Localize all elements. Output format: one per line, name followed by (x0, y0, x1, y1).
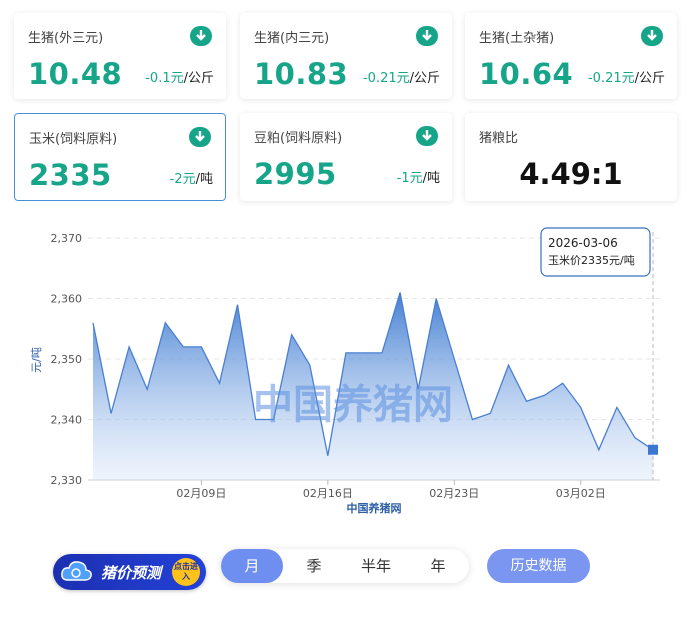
tab-month[interactable]: 月 (221, 549, 283, 583)
card-value: 10.64 (479, 57, 574, 91)
card-change: -0.21元 (362, 71, 410, 86)
x-axis-label: 中国养猪网 (347, 501, 402, 515)
card-change: -2元 (169, 172, 196, 187)
enter-badge: 点击进入 (172, 558, 200, 586)
x-tick-label: 03月02日 (556, 487, 606, 500)
card-change: -1元 (396, 171, 423, 186)
card-label: 豆粕(饲料原料) (254, 131, 343, 146)
y-tick-label: 2,350 (51, 353, 83, 366)
download-arrow-icon[interactable] (641, 26, 663, 46)
y-axis-label: 元/吨 (30, 347, 43, 373)
card-unit: /吨 (422, 171, 440, 186)
tooltip-date: 2026-03-06 (548, 236, 618, 250)
y-tick-label: 2,340 (51, 414, 83, 427)
card-unit: /公斤 (634, 71, 665, 86)
tooltip-text: 玉米价2335元/吨 (548, 254, 635, 267)
card-soymeal[interactable]: 豆粕(饲料原料) 2995 -1元/吨 (240, 113, 452, 201)
card-pig-inner[interactable]: 生猪(内三元) 10.83 -0.21元/公斤 (240, 13, 452, 99)
y-tick-label: 2,330 (51, 474, 83, 487)
card-label: 生猪(内三元) (254, 31, 330, 46)
card-label: 猪粮比 (479, 131, 519, 146)
tab-half-year[interactable]: 半年 (345, 549, 407, 583)
card-label: 玉米(饲料原料) (29, 132, 118, 147)
download-arrow-icon[interactable] (189, 127, 211, 147)
period-tabs: 月 季 半年 年 (221, 549, 469, 583)
card-label: 生猪(外三元) (28, 31, 104, 46)
price-predict-button[interactable]: 猪价预测 点击进入 (53, 554, 206, 590)
card-value: 2995 (254, 157, 337, 191)
download-arrow-icon[interactable] (190, 26, 212, 46)
card-value: 10.83 (254, 57, 349, 91)
tab-quarter[interactable]: 季 (283, 549, 345, 583)
x-tick-label: 02月23日 (429, 487, 479, 500)
watermark-text: 中国养猪网 (253, 382, 453, 428)
card-change: -0.1元 (145, 71, 184, 86)
price-chart[interactable]: 中国养猪网 2026-03-06 玉米价2335元/吨 2,330 2,340 2,… (0, 222, 696, 522)
card-pig-grain-ratio[interactable]: 猪粮比 4.49:1 (465, 113, 677, 201)
predict-label: 猪价预测 (101, 564, 162, 582)
tooltip: 2026-03-06 玉米价2335元/吨 (540, 227, 651, 277)
card-value: 4.49:1 (519, 157, 623, 191)
x-tick-label: 02月09日 (176, 487, 226, 500)
tab-year[interactable]: 年 (407, 549, 469, 583)
card-corn[interactable]: 玉米(饲料原料) 2335 -2元/吨 (14, 113, 226, 201)
card-change: -0.21元 (587, 71, 635, 86)
card-pig-native[interactable]: 生猪(土杂猪) 10.64 -0.21元/公斤 (465, 13, 677, 99)
current-point-marker (648, 444, 658, 455)
card-unit: /公斤 (183, 71, 214, 86)
card-value: 10.48 (28, 57, 123, 91)
card-label: 生猪(土杂猪) (479, 31, 555, 46)
card-unit: /公斤 (409, 71, 440, 86)
y-tick-label: 2,360 (51, 293, 83, 306)
history-data-button[interactable]: 历史数据 (487, 549, 590, 583)
download-arrow-icon[interactable] (416, 26, 438, 46)
y-tick-label: 2,370 (51, 232, 83, 245)
cloud-icon (61, 561, 92, 581)
download-arrow-icon[interactable] (416, 126, 438, 146)
card-value: 2335 (29, 158, 112, 192)
card-pig-outer[interactable]: 生猪(外三元) 10.48 -0.1元/公斤 (14, 13, 226, 99)
x-tick-label: 02月16日 (303, 487, 353, 500)
card-unit: /吨 (195, 172, 213, 187)
